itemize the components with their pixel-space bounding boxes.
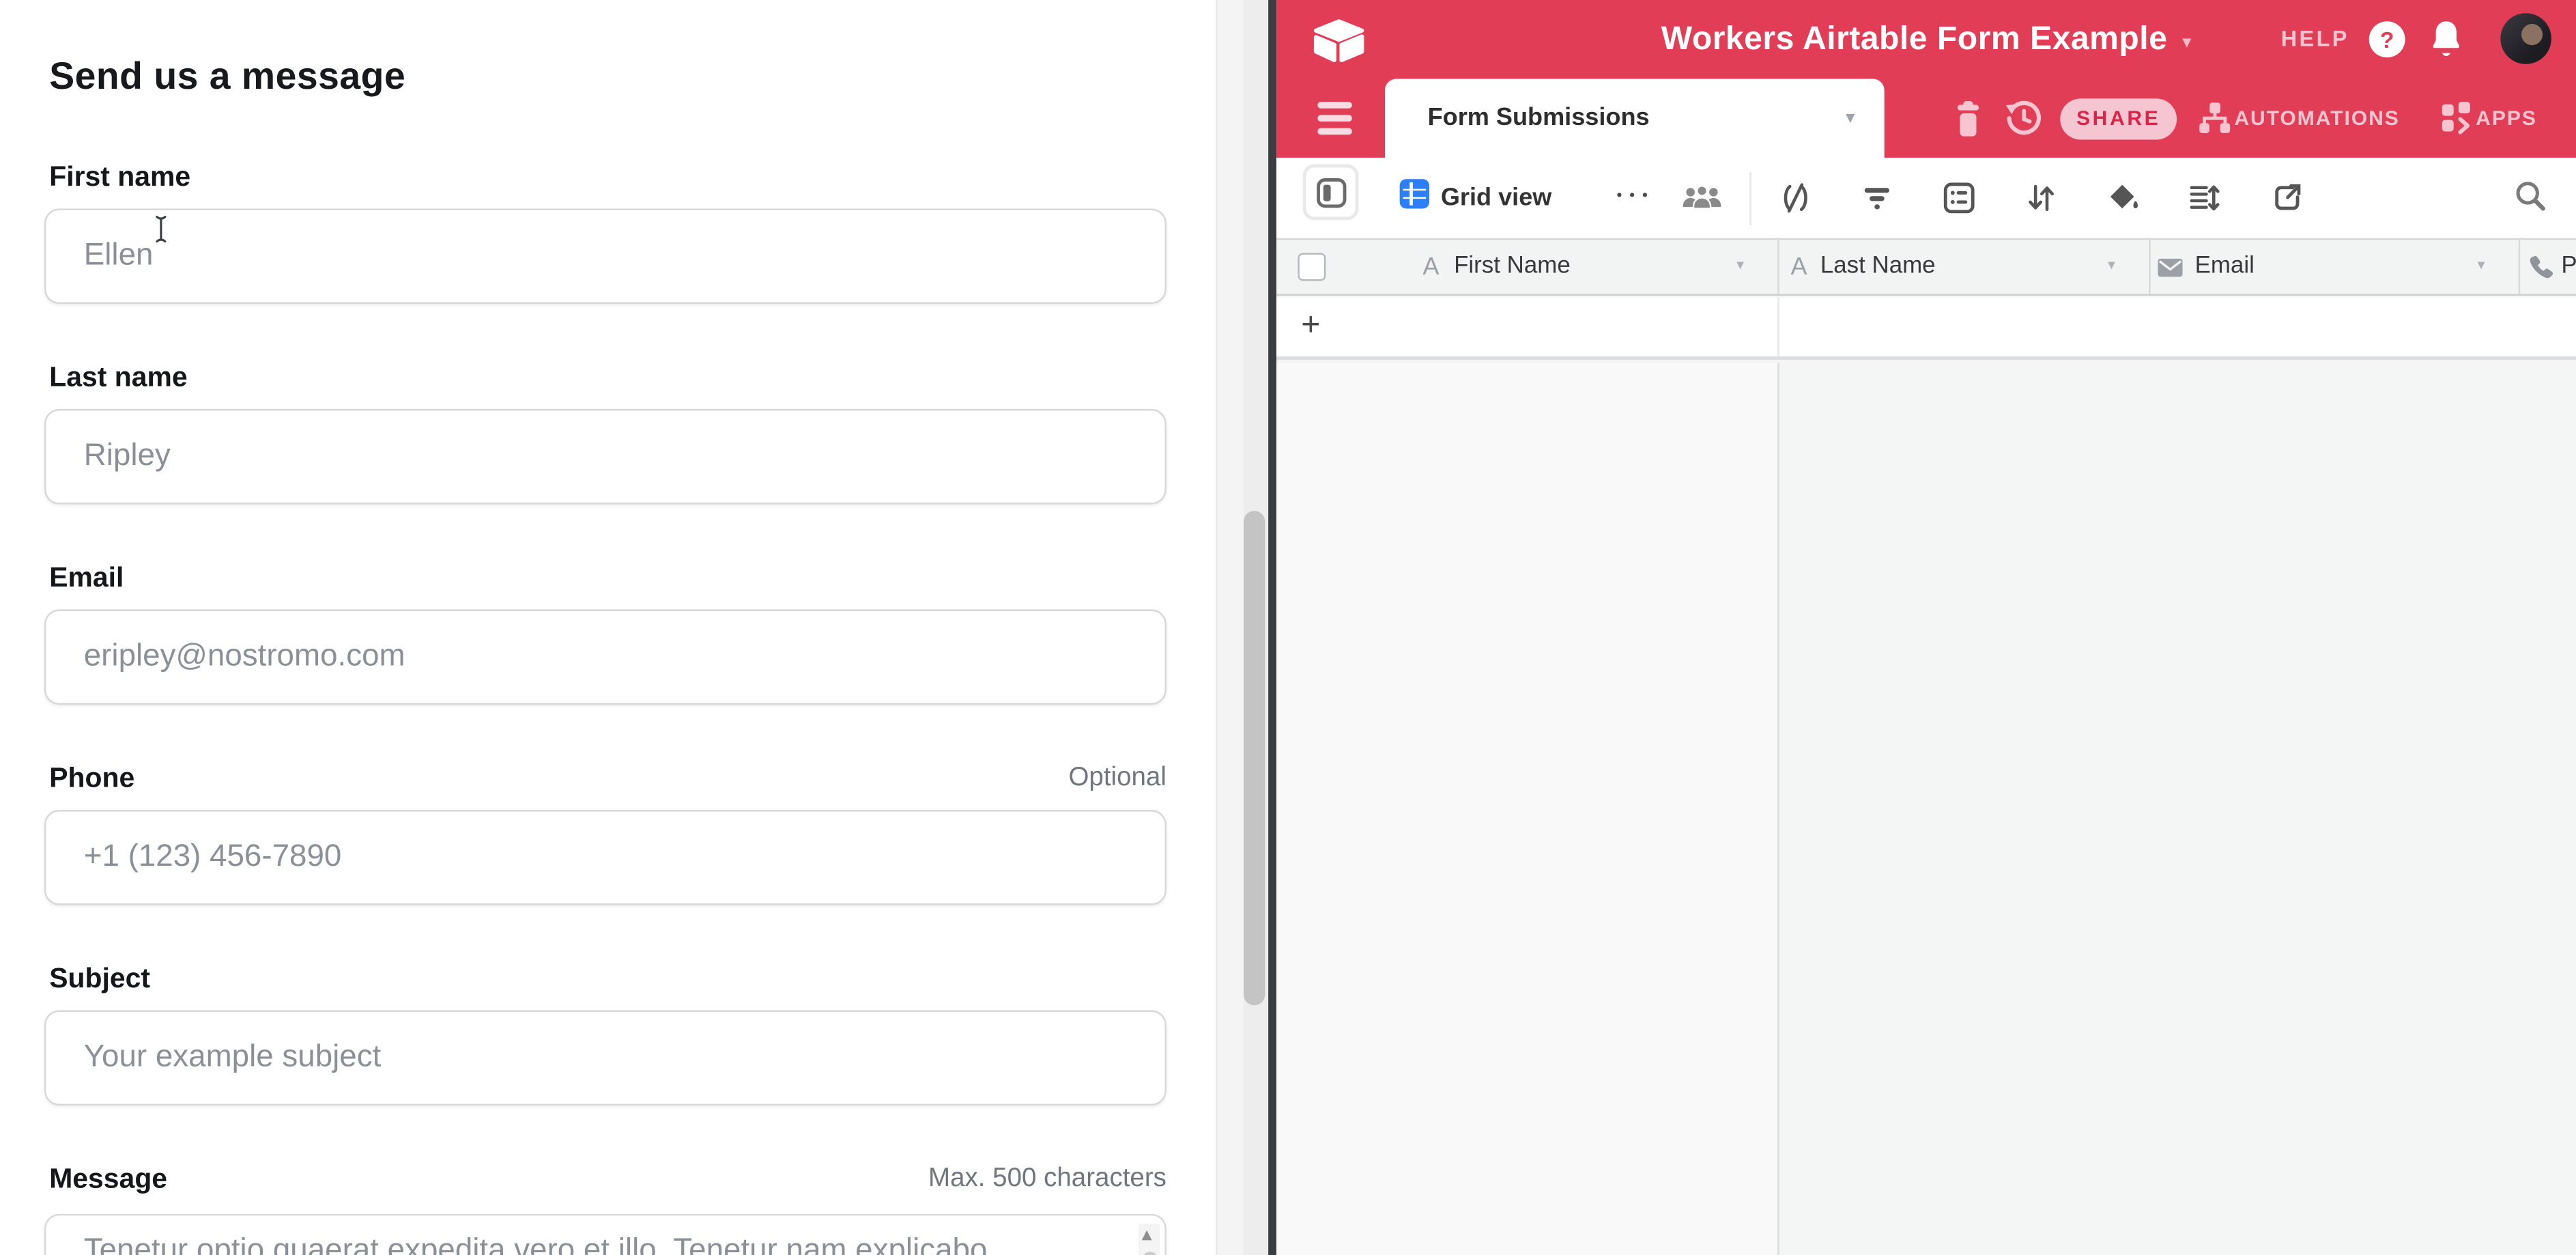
add-row-strip[interactable]: + bbox=[1276, 297, 2576, 359]
message-label: Message bbox=[49, 1163, 167, 1196]
subject-placeholder: Your example subject bbox=[84, 1040, 382, 1076]
view-sidebar-toggle-button[interactable] bbox=[1303, 165, 1359, 221]
view-name[interactable]: Grid view bbox=[1441, 158, 1552, 240]
toolbar-divider bbox=[1749, 173, 1751, 225]
grid-view-icon[interactable] bbox=[1400, 179, 1429, 208]
base-title-caret-icon[interactable]: ▾ bbox=[2182, 31, 2191, 53]
tab-caret-icon[interactable]: ▾ bbox=[1846, 79, 1855, 157]
first-name-field: First name Ellen bbox=[44, 161, 1167, 194]
message-field: Message Max. 500 characters Tenetur opti… bbox=[44, 1163, 1167, 1196]
phone-input[interactable]: +1 (123) 456-7890 bbox=[44, 810, 1167, 905]
first-name-placeholder: Ellen bbox=[84, 238, 154, 274]
optional-note: Optional bbox=[1068, 764, 1166, 793]
hide-fields-icon[interactable] bbox=[1779, 182, 1812, 214]
column-caret-icon[interactable]: ▾ bbox=[1736, 240, 1744, 294]
column-caret-icon[interactable]: ▾ bbox=[2478, 240, 2485, 294]
message-placeholder: Tenetur optio quaerat expedita vero et i… bbox=[84, 1234, 988, 1255]
column-header-phone[interactable]: Phone bbox=[2561, 240, 2576, 294]
filter-icon[interactable] bbox=[1861, 182, 1893, 214]
max-chars-note: Max. 500 characters bbox=[928, 1165, 1167, 1194]
column-header-last-name[interactable]: Last Name bbox=[1820, 240, 1936, 294]
share-view-icon[interactable] bbox=[2272, 182, 2304, 214]
column-divider bbox=[1777, 363, 1779, 1255]
column-caret-icon[interactable]: ▾ bbox=[2108, 240, 2115, 294]
column-divider[interactable] bbox=[2519, 240, 2520, 294]
column-divider[interactable] bbox=[1777, 240, 1779, 294]
group-icon[interactable] bbox=[1943, 182, 1975, 214]
menu-hamburger-icon[interactable] bbox=[1317, 102, 1352, 135]
airtable-topbar: Workers Airtable Form Example ▾ HELP ? bbox=[1276, 0, 2576, 79]
view-options-ellipsis-icon[interactable]: ••• bbox=[1615, 158, 1653, 240]
column-header-email[interactable]: Email bbox=[2195, 240, 2255, 294]
scroll-up-arrow-icon[interactable]: ▲ bbox=[1142, 1227, 1152, 1242]
tab-label: Form Submissions bbox=[1428, 79, 1650, 157]
search-icon[interactable] bbox=[2514, 179, 2549, 214]
tab-form-submissions[interactable]: Form Submissions ▾ bbox=[1385, 79, 1885, 157]
airtable-tab-bar: Form Submissions ▾ SHARE AUTOMATIONS bbox=[1276, 79, 2576, 157]
add-row-plus-icon[interactable]: + bbox=[1301, 307, 1320, 345]
form-title: Send us a message bbox=[49, 54, 405, 98]
select-all-checkbox[interactable] bbox=[1298, 253, 1326, 281]
textarea-scrollbar[interactable]: ▲ bbox=[1139, 1224, 1160, 1255]
trash-icon[interactable] bbox=[1951, 100, 1984, 138]
automations-icon[interactable] bbox=[2198, 102, 2231, 135]
grid-header-row: A First Name ▾ A Last Name ▾ Email ▾ Pho… bbox=[1276, 238, 2576, 296]
column-divider bbox=[1777, 297, 1779, 356]
window-divider bbox=[1268, 0, 1276, 1255]
phone-label: Phone bbox=[49, 762, 134, 795]
screenshot-stage: Send us a message First name Ellen Last … bbox=[0, 0, 2576, 1255]
first-name-label: First name bbox=[49, 161, 190, 194]
notifications-bell-icon[interactable] bbox=[2427, 18, 2466, 61]
last-name-input[interactable]: Ripley bbox=[44, 409, 1167, 505]
help-question-icon[interactable]: ? bbox=[2369, 21, 2405, 57]
first-name-input[interactable]: Ellen bbox=[44, 209, 1167, 305]
last-name-label: Last name bbox=[49, 361, 187, 394]
email-input[interactable]: eripley@nostromo.com bbox=[44, 610, 1167, 705]
column-header-first-name[interactable]: First Name bbox=[1454, 240, 1571, 294]
text-field-type-icon: A bbox=[1422, 240, 1439, 294]
column-divider[interactable] bbox=[2149, 240, 2150, 294]
phone-placeholder: +1 (123) 456-7890 bbox=[84, 839, 342, 875]
apps-icon[interactable] bbox=[2442, 102, 2474, 135]
grid-empty-area bbox=[1276, 363, 2576, 1255]
apps-button[interactable]: APPS bbox=[2476, 79, 2537, 157]
last-name-field: Last name Ripley bbox=[44, 361, 1167, 394]
grid-empty-primary-column bbox=[1276, 363, 1777, 1255]
phone-field: Phone Optional +1 (123) 456-7890 bbox=[44, 762, 1167, 795]
view-toolbar: Grid view ••• bbox=[1276, 158, 2576, 240]
automations-button[interactable]: AUTOMATIONS bbox=[2234, 79, 2399, 157]
base-title[interactable]: Workers Airtable Form Example bbox=[1661, 21, 2168, 57]
subject-input[interactable]: Your example subject bbox=[44, 1011, 1167, 1106]
subject-label: Subject bbox=[49, 963, 150, 996]
textarea-scroll-thumb[interactable] bbox=[1141, 1252, 1158, 1255]
history-icon[interactable] bbox=[2004, 98, 2044, 138]
share-button[interactable]: SHARE bbox=[2060, 98, 2177, 139]
subject-field: Subject Your example subject bbox=[44, 963, 1167, 996]
user-avatar[interactable] bbox=[2500, 13, 2551, 64]
help-button[interactable]: HELP bbox=[2281, 0, 2349, 79]
email-field-type-icon bbox=[2157, 258, 2184, 278]
text-cursor-icon bbox=[151, 214, 171, 245]
last-name-placeholder: Ripley bbox=[84, 438, 171, 475]
collaborators-icon[interactable] bbox=[1683, 184, 1722, 213]
text-field-type-icon: A bbox=[1791, 240, 1807, 294]
sidebar-toggle-icon bbox=[1316, 178, 1347, 209]
contact-form-panel: Send us a message First name Ellen Last … bbox=[0, 0, 1216, 1255]
row-height-icon[interactable] bbox=[2188, 182, 2221, 214]
email-placeholder: eripley@nostromo.com bbox=[84, 639, 405, 675]
email-field: Email eripley@nostromo.com bbox=[44, 562, 1167, 595]
message-textarea[interactable]: Tenetur optio quaerat expedita vero et i… bbox=[44, 1214, 1167, 1255]
phone-field-type-icon bbox=[2527, 255, 2553, 281]
email-label: Email bbox=[49, 562, 124, 595]
color-icon[interactable] bbox=[2108, 182, 2141, 214]
page-scrollbar-thumb[interactable] bbox=[1244, 511, 1265, 1005]
airtable-panel: Workers Airtable Form Example ▾ HELP ? Fo… bbox=[1276, 0, 2576, 1255]
sort-icon[interactable] bbox=[2026, 182, 2057, 214]
